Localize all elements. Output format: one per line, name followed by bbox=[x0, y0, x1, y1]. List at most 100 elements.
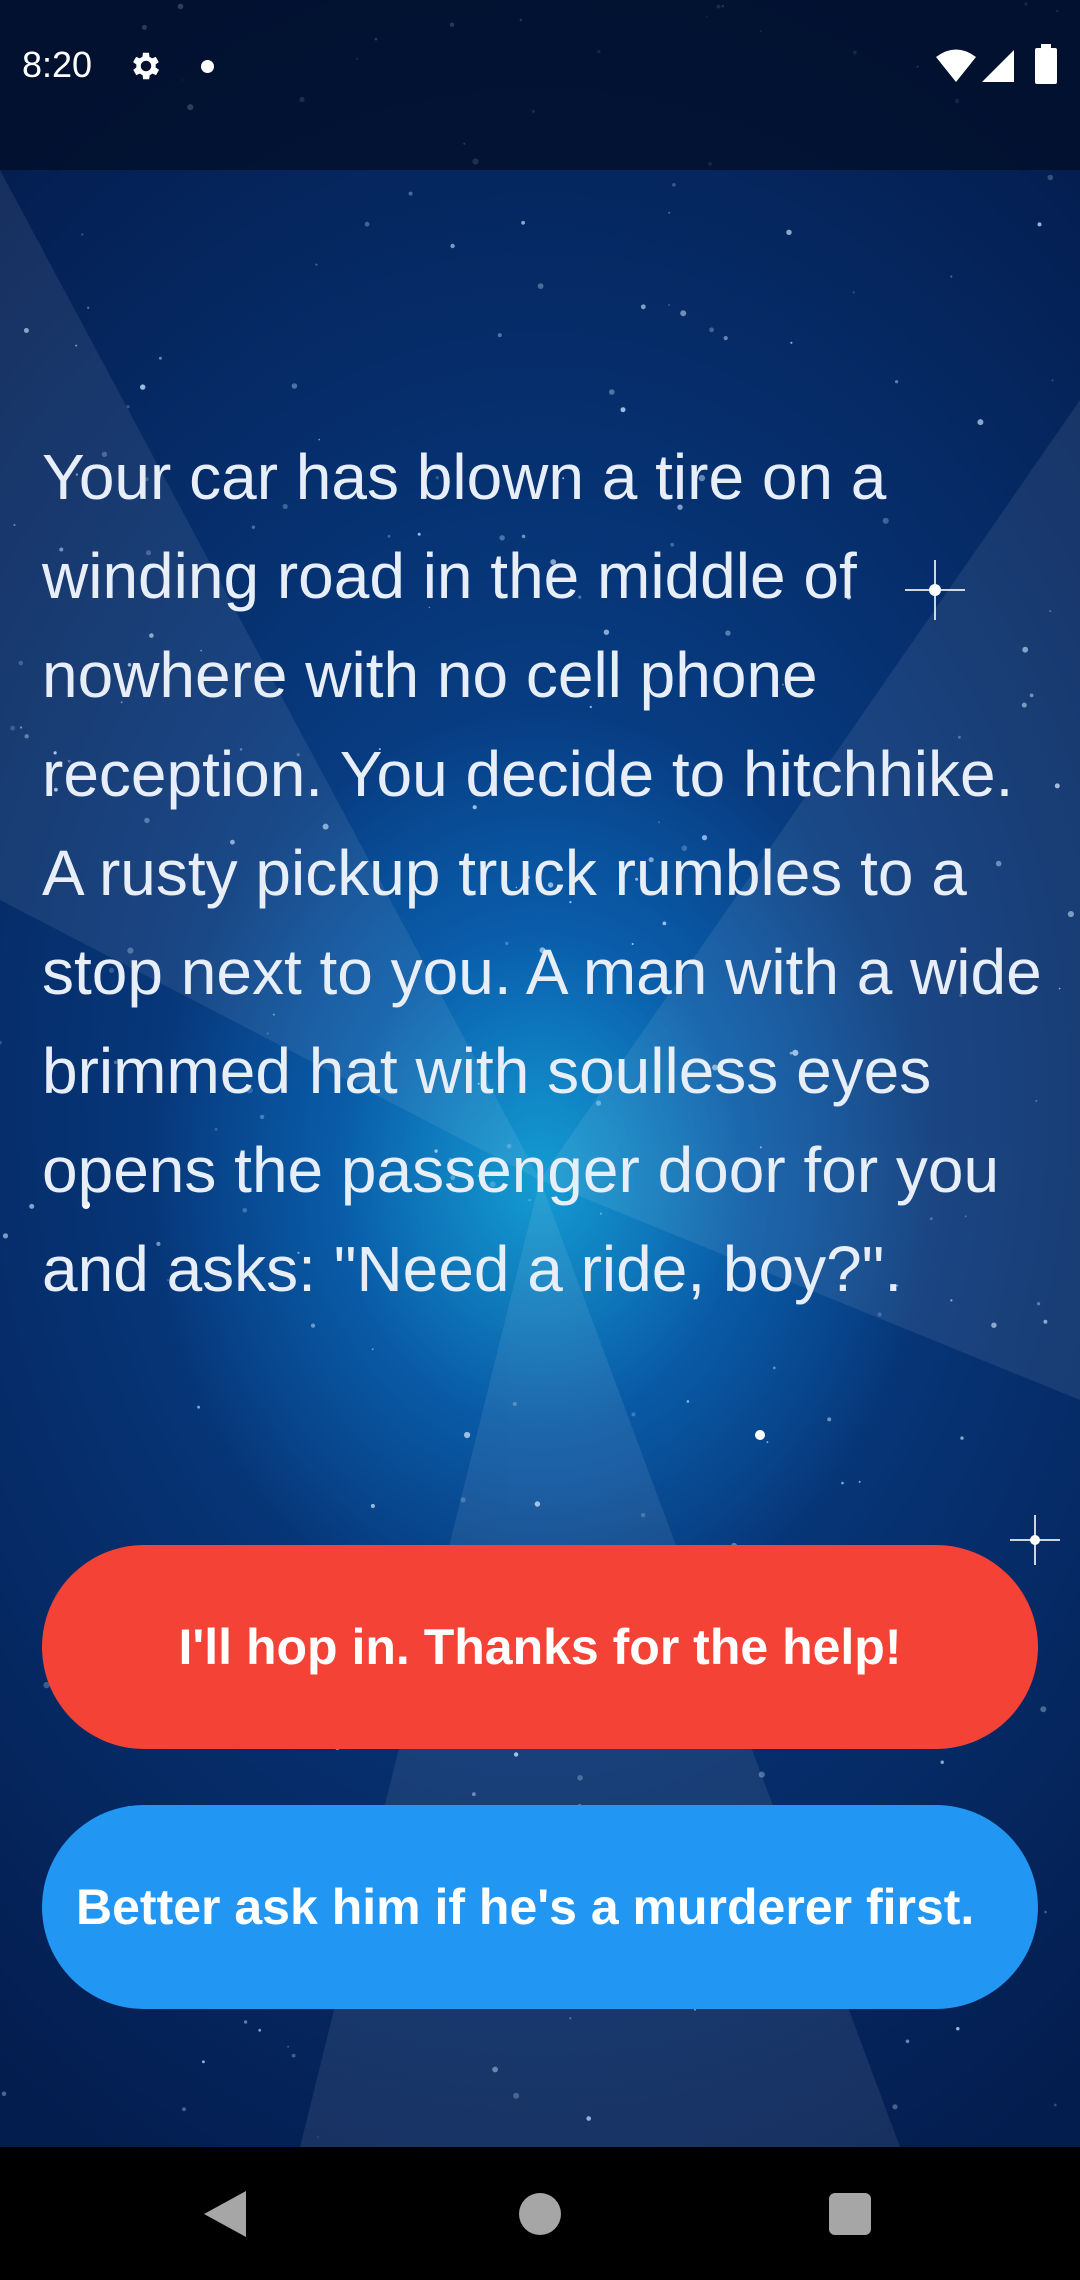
star bbox=[977, 419, 984, 426]
star bbox=[513, 2092, 520, 2099]
star bbox=[620, 407, 626, 413]
star bbox=[672, 183, 676, 187]
star bbox=[858, 1480, 861, 1483]
star bbox=[668, 211, 671, 214]
star bbox=[1047, 174, 1054, 181]
star bbox=[569, 2017, 572, 2020]
star bbox=[1058, 987, 1061, 990]
star bbox=[723, 336, 728, 341]
star bbox=[991, 1322, 997, 1328]
star bbox=[1054, 783, 1060, 789]
star bbox=[956, 2027, 960, 2031]
star bbox=[29, 1203, 35, 1209]
star bbox=[370, 1503, 375, 1509]
choice-ask-murderer-button[interactable]: Better ask him if he's a murderer first. bbox=[42, 1805, 1038, 2009]
star bbox=[472, 1792, 476, 1797]
star bbox=[18, 660, 24, 666]
star bbox=[1053, 2103, 1057, 2107]
star bbox=[464, 1431, 471, 1439]
star bbox=[577, 1775, 583, 1781]
star bbox=[960, 1436, 964, 1440]
star bbox=[310, 1323, 316, 1328]
star bbox=[287, 2046, 289, 2048]
star bbox=[892, 2104, 898, 2110]
star bbox=[680, 310, 687, 317]
star bbox=[534, 1501, 541, 1507]
star bbox=[497, 333, 502, 338]
star bbox=[315, 263, 318, 266]
status-time: 8:20 bbox=[22, 44, 93, 85]
star bbox=[291, 383, 298, 389]
star bbox=[827, 1417, 832, 1422]
star bbox=[786, 229, 792, 235]
star bbox=[202, 2060, 205, 2064]
star bbox=[24, 734, 29, 739]
star bbox=[512, 1402, 517, 1406]
star bbox=[243, 2020, 248, 2024]
star bbox=[371, 1348, 374, 1351]
choice-hop-in-button[interactable]: I'll hop in. Thanks for the help! bbox=[42, 1545, 1038, 1749]
star bbox=[1037, 222, 1042, 227]
star bbox=[87, 306, 90, 309]
star bbox=[693, 2008, 696, 2011]
star bbox=[10, 725, 16, 731]
star bbox=[75, 344, 78, 347]
star bbox=[23, 328, 29, 333]
star bbox=[126, 405, 130, 409]
story-text: Your car has blown a tire on a winding r… bbox=[42, 441, 1042, 1305]
star bbox=[1040, 1706, 1047, 1713]
star bbox=[460, 1497, 466, 1503]
star bbox=[758, 1771, 765, 1778]
star bbox=[13, 523, 16, 527]
star bbox=[640, 304, 646, 310]
star bbox=[258, 2028, 262, 2032]
back-icon[interactable] bbox=[204, 2191, 246, 2237]
star bbox=[790, 341, 793, 344]
star bbox=[668, 304, 670, 306]
star bbox=[291, 2053, 296, 2058]
star bbox=[450, 243, 455, 249]
star bbox=[2, 1233, 9, 1239]
cell-signal-icon bbox=[982, 50, 1014, 82]
star bbox=[20, 726, 23, 729]
star bbox=[1, 2091, 7, 2097]
gear-icon bbox=[133, 52, 160, 80]
star bbox=[709, 327, 714, 333]
status-bar: 8:20 bbox=[0, 0, 1080, 170]
star bbox=[140, 384, 146, 390]
star bbox=[895, 380, 899, 384]
star bbox=[640, 1513, 646, 1518]
star bbox=[950, 275, 953, 278]
app-screen: 8:20 Your car has blown a tire on a wind… bbox=[0, 0, 1080, 2280]
star bbox=[537, 283, 544, 289]
star bbox=[686, 1400, 690, 1403]
star bbox=[0, 1040, 2, 1045]
star bbox=[852, 291, 855, 294]
home-icon[interactable] bbox=[519, 2193, 561, 2235]
star bbox=[1067, 911, 1074, 918]
recents-icon[interactable] bbox=[829, 2193, 871, 2235]
star bbox=[492, 2066, 498, 2073]
star bbox=[1043, 1319, 1048, 1324]
star bbox=[513, 1752, 519, 1757]
notification-dot-icon bbox=[201, 60, 214, 73]
star bbox=[1044, 1910, 1047, 1914]
star bbox=[1051, 379, 1054, 382]
star bbox=[631, 1412, 636, 1417]
star bbox=[364, 221, 370, 227]
star bbox=[609, 389, 615, 395]
star bbox=[158, 356, 162, 360]
star bbox=[841, 1481, 844, 1485]
star bbox=[905, 2039, 910, 2044]
star bbox=[772, 1366, 776, 1370]
star bbox=[940, 1760, 944, 1764]
star bbox=[586, 2116, 591, 2121]
star bbox=[766, 1441, 769, 1443]
star bbox=[317, 2136, 319, 2138]
wifi-icon bbox=[936, 49, 976, 82]
battery-icon bbox=[1035, 44, 1057, 84]
star bbox=[408, 191, 413, 196]
star bbox=[197, 1405, 201, 1409]
star bbox=[182, 2107, 186, 2112]
star bbox=[521, 220, 525, 225]
